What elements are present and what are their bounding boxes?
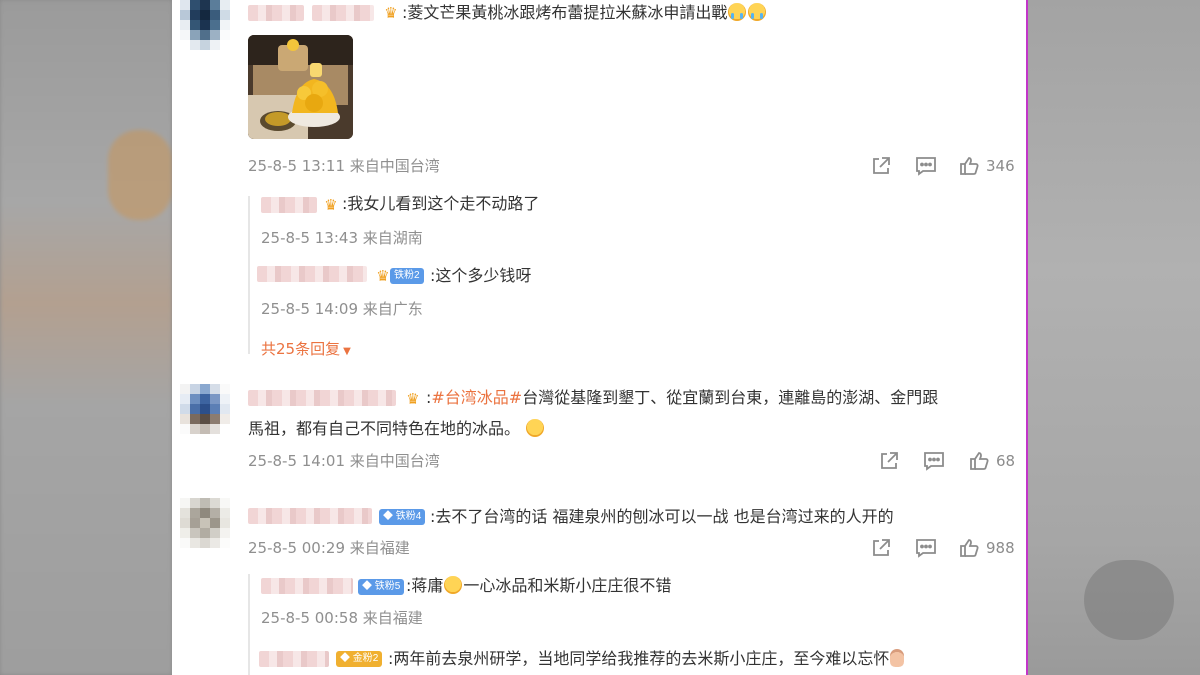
hashtag-link[interactable]: #台湾冰品# [431,388,522,407]
fan-badge-label: 铁粉5 [374,581,401,592]
more-replies-label: 共25条回复 [261,340,341,358]
blurred-background-left [0,0,172,675]
like-button[interactable]: 346 [958,154,1015,178]
comment-text: :菱文芒果黃桃冰跟烤布蕾提拉米蘇冰申請出戰 [402,1,767,25]
diamond-icon: ◆ [362,581,372,592]
fan-badge-label: 铁粉4 [395,511,422,522]
comment-panel: ♛ :菱文芒果黃桃冰跟烤布蕾提拉米蘇冰申請出戰 25-8-5 13:11 来自中… [172,0,1028,675]
blurred-background-right [1028,0,1200,675]
fan-badge: ◆ 铁粉5 [358,579,405,595]
comment-icon [924,452,944,471]
share-icon [881,452,898,469]
username-blurred[interactable] [312,5,374,21]
comment-image-shaved-ice[interactable] [248,35,353,139]
diamond-icon: ◆ [383,511,393,522]
comment-text-line1: 台灣從基隆到墾丁、從宜蘭到台東，連離島的澎湖、金門跟 [522,388,939,407]
shy-emoji-icon [444,576,463,594]
like-icon [960,539,979,557]
like-count: 988 [986,539,1015,557]
like-button[interactable]: 988 [958,536,1015,560]
reply-meta: 25-8-5 00:58 来自福建 [261,609,423,627]
comment-button[interactable] [914,154,938,178]
comment-meta: 25-8-5 00:29 来自福建 [248,539,410,557]
like-icon [970,452,989,470]
reply-text: :这个多少钱呀 [430,266,532,285]
crying-emoji-icon [748,3,767,21]
avatar[interactable] [180,0,230,50]
fan-badge: 铁粉2 [390,268,424,284]
smile-emoji-icon [526,419,545,437]
chevron-down-icon: ▼ [343,346,351,357]
thread-line [248,574,250,675]
username-blurred[interactable] [257,266,367,282]
comment-meta: 25-8-5 14:01 来自中国台湾 [248,452,440,470]
comment-text: :#台湾冰品#台灣從基隆到墾丁、從宜蘭到台東，連離島的澎湖、金門跟 [426,388,939,407]
like-count: 68 [996,452,1016,470]
username-blurred[interactable] [248,5,304,21]
comment-button[interactable] [922,449,946,473]
crown-icon: ♛ [406,390,420,408]
username-blurred[interactable] [248,508,372,524]
share-icon [873,157,890,174]
username-blurred[interactable] [261,578,353,594]
username-blurred[interactable] [248,390,396,406]
diamond-icon: ◆ [340,653,350,664]
comment-text-line2: 馬祖，都有自己不同特色在地的冰品。 [248,419,521,438]
share-button[interactable] [870,536,892,560]
praying-hands-emoji-icon [890,649,905,667]
like-icon [960,157,979,175]
avatar[interactable] [180,498,230,548]
comment-icon [916,157,936,176]
share-button[interactable] [878,449,900,473]
reply-text-end: 一心冰品和米斯小庄庄很不错 [463,576,672,595]
fan-badge: ◆ 铁粉4 [379,509,426,525]
avatar[interactable] [180,384,230,434]
reply-text: :我女儿看到这个走不动路了 [342,194,540,213]
share-button[interactable] [870,154,892,178]
comment-button[interactable] [914,536,938,560]
like-button[interactable]: 68 [968,449,1015,473]
more-replies-link[interactable]: 共25条回复 ▼ [261,339,351,362]
gold-fan-badge-label: 金粉2 [352,653,379,664]
thread-line [248,196,250,354]
username-blurred[interactable] [259,651,329,667]
reply-meta: 25-8-5 14:09 来自广东 [261,300,423,318]
comment-text-content: :菱文芒果黃桃冰跟烤布蕾提拉米蘇冰申請出戰 [402,3,728,22]
crown-icon: ♛ [324,196,338,214]
crying-emoji-icon [728,3,747,21]
reply-text: :蒋庸 一心冰品和米斯小庄庄很不错 [406,574,671,598]
reply-text: :两年前去泉州研学，当地同学给我推荐的去米斯小庄庄，至今难以忘怀 [388,647,905,671]
gold-fan-badge: ◆ 金粉2 [336,651,383,667]
comment-icon [916,539,936,558]
reply-meta: 25-8-5 13:43 来自湖南 [261,229,423,247]
comment-meta: 25-8-5 13:11 来自中国台湾 [248,157,440,175]
like-count: 346 [986,157,1015,175]
comment-text-continued: 馬祖，都有自己不同特色在地的冰品。 [248,417,545,441]
comment-text: :去不了台湾的话 福建泉州的刨冰可以一战 也是台湾过来的人开的 [430,507,894,526]
reply-text-start: :蒋庸 [406,576,444,595]
crown-icon: ♛ [384,4,398,22]
reply-text-content: :两年前去泉州研学，当地同学给我推荐的去米斯小庄庄，至今难以忘怀 [388,649,890,668]
username-blurred[interactable] [261,197,317,213]
share-icon [873,539,890,556]
